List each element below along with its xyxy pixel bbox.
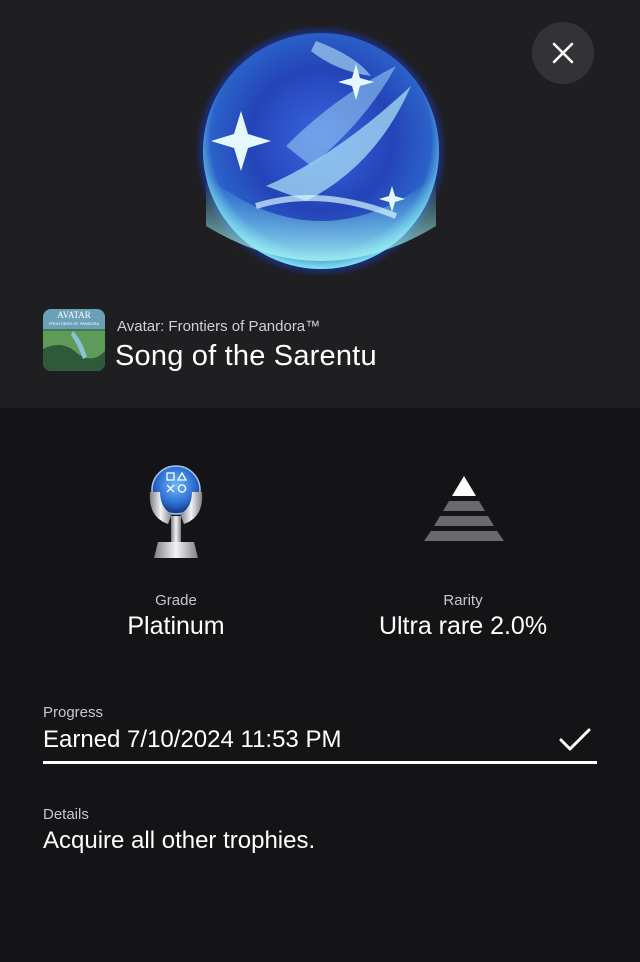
check-icon	[559, 728, 591, 751]
grade-label: Grade	[155, 592, 197, 609]
platinum-trophy-icon	[149, 465, 203, 558]
rarity-label: Rarity	[443, 592, 483, 609]
game-icon-subtitle: FRONTIERS OF PANDORA	[49, 321, 100, 326]
close-button[interactable]	[532, 22, 594, 84]
rarity-pyramid-icon	[424, 476, 504, 541]
details-label: Details	[43, 806, 89, 823]
trophy-name: Song of the Sarentu	[115, 340, 377, 372]
rarity-value: Ultra rare 2.0%	[378, 612, 548, 640]
grade-value: Platinum	[127, 612, 225, 640]
game-icon-title: AVATAR	[57, 310, 90, 320]
trophy-artwork	[199, 29, 443, 273]
progress-value: Earned 7/10/2024 11:53 PM	[43, 726, 342, 753]
game-title: Avatar: Frontiers of Pandora™	[117, 318, 321, 335]
details-value: Acquire all other trophies.	[43, 827, 316, 854]
progress-label: Progress	[43, 704, 104, 721]
close-icon	[552, 42, 574, 64]
game-icon: AVATAR FRONTIERS OF PANDORA	[43, 309, 105, 371]
progress-underline	[43, 761, 597, 764]
